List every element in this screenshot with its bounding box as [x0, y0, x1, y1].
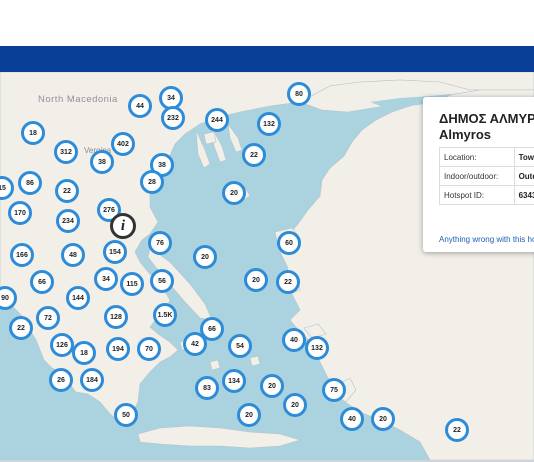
cluster-marker[interactable]: 48 [61, 243, 85, 267]
cluster-marker[interactable]: 22 [55, 179, 79, 203]
cluster-marker[interactable]: 40 [282, 328, 306, 352]
cluster-marker[interactable]: 134 [222, 369, 246, 393]
cluster-marker[interactable]: 20 [244, 268, 268, 292]
cluster-marker[interactable]: 76 [148, 231, 172, 255]
cluster-marker[interactable]: 22 [445, 418, 469, 442]
report-problem-link[interactable]: Anything wrong with this hotspot? [439, 235, 534, 244]
cluster-marker[interactable]: 170 [8, 201, 32, 225]
cluster-marker[interactable]: 60 [277, 231, 301, 255]
cluster-marker[interactable]: 18 [72, 341, 96, 365]
cluster-marker[interactable]: 28 [140, 170, 164, 194]
cluster-marker[interactable]: 132 [257, 112, 281, 136]
cluster-marker[interactable]: 128 [104, 305, 128, 329]
top-strip [0, 0, 534, 46]
cluster-marker[interactable]: 66 [30, 270, 54, 294]
cluster-marker[interactable]: 22 [242, 143, 266, 167]
cluster-marker[interactable]: 22 [276, 270, 300, 294]
cluster-marker[interactable]: 38 [90, 150, 114, 174]
cluster-marker[interactable]: 26 [49, 368, 73, 392]
detail-value: Town Hall [513, 147, 534, 167]
detail-label: Indoor/outdoor: [439, 166, 515, 186]
popup-subtitle: Almyros [439, 127, 492, 142]
cluster-marker[interactable]: 70 [137, 337, 161, 361]
table-row: Indoor/outdoor: Outdoor [439, 166, 534, 186]
cluster-marker[interactable]: 184 [80, 368, 104, 392]
cluster-marker[interactable]: 44 [128, 94, 152, 118]
cluster-marker[interactable]: 83 [195, 376, 219, 400]
cluster-marker[interactable]: 40 [340, 407, 364, 431]
popup-details-table: Location: Town Hall Indoor/outdoor: Outd… [439, 147, 534, 205]
cluster-marker[interactable]: 20 [371, 407, 395, 431]
popup-title: ΔΗΜΟΣ ΑΛΜΥΡΟΥ [439, 111, 534, 126]
cluster-marker[interactable]: 234 [56, 209, 80, 233]
map[interactable]: North Macedonia Vergina 80 44 34 232 244… [0, 72, 534, 460]
cluster-marker[interactable]: 126 [50, 333, 74, 357]
detail-label: Location: [439, 147, 515, 167]
hotspot-popup: ΔΗΜΟΣ ΑΛΜΥΡΟΥ Almyros Location: Town Hal… [423, 97, 534, 252]
table-row: Hotspot ID: 63430 [439, 185, 534, 205]
cluster-marker[interactable]: 50 [114, 403, 138, 427]
cluster-marker[interactable]: 72 [36, 306, 60, 330]
cluster-marker[interactable]: 144 [66, 286, 90, 310]
cluster-marker[interactable]: 232 [161, 106, 185, 130]
cluster-marker[interactable]: 194 [106, 337, 130, 361]
cluster-marker[interactable]: 54 [228, 334, 252, 358]
cluster-marker[interactable]: 115 [120, 272, 144, 296]
cluster-marker[interactable]: 154 [103, 240, 127, 264]
country-label-north-macedonia: North Macedonia [38, 94, 118, 105]
cluster-marker[interactable]: 80 [287, 82, 311, 106]
cluster-marker[interactable]: 56 [150, 269, 174, 293]
cluster-marker[interactable]: 75 [322, 378, 346, 402]
cluster-marker[interactable]: 244 [205, 108, 229, 132]
cluster-marker[interactable]: 132 [305, 336, 329, 360]
cluster-marker[interactable]: 166 [10, 243, 34, 267]
info-marker[interactable]: i [110, 213, 136, 239]
cluster-marker[interactable]: 20 [193, 245, 217, 269]
cluster-marker[interactable]: 312 [54, 140, 78, 164]
cluster-marker[interactable]: 18 [21, 121, 45, 145]
cluster-marker[interactable]: 1.5K [153, 303, 177, 327]
detail-label: Hotspot ID: [439, 185, 515, 205]
navbar [0, 46, 534, 72]
cluster-marker[interactable]: 86 [18, 171, 42, 195]
cluster-marker[interactable]: 22 [9, 316, 33, 340]
cluster-marker[interactable]: 34 [94, 267, 118, 291]
cluster-marker[interactable]: 20 [283, 393, 307, 417]
cluster-marker[interactable]: 20 [222, 181, 246, 205]
detail-value: Outdoor [513, 166, 534, 186]
detail-value: 63430 [513, 185, 534, 205]
cluster-marker[interactable]: 20 [260, 374, 284, 398]
table-row: Location: Town Hall [439, 147, 534, 167]
cluster-marker[interactable]: 402 [111, 132, 135, 156]
cluster-marker[interactable]: 20 [237, 403, 261, 427]
cluster-marker[interactable]: 42 [183, 332, 207, 356]
